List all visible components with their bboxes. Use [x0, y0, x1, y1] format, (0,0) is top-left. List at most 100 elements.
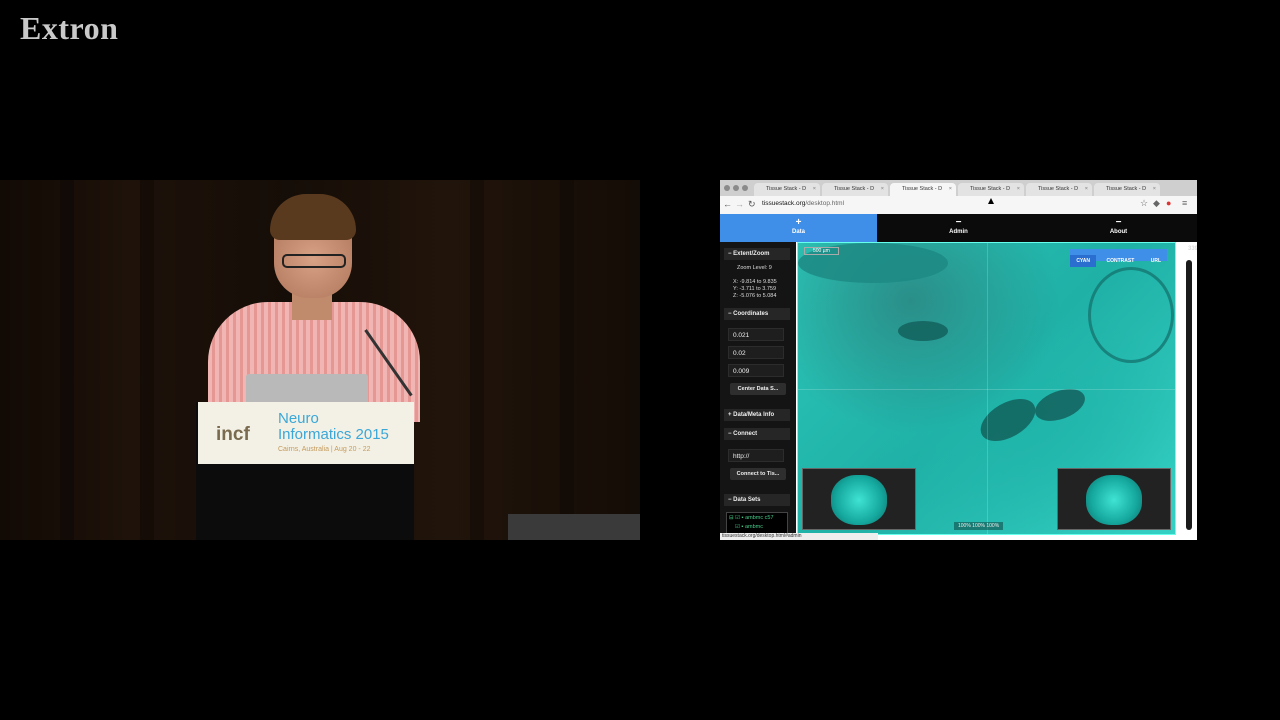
zoom-level: Zoom Level: 9	[737, 265, 772, 271]
mouse-cursor	[988, 198, 994, 204]
connect-button[interactable]: Connect to Tis...	[730, 468, 786, 480]
z-range: Z: -5.076 to 5.084	[733, 293, 777, 299]
url-host: tissuestack.org	[762, 200, 806, 207]
coord-z-field[interactable]: 0.009	[728, 364, 784, 377]
window-close-dot[interactable]	[724, 185, 730, 191]
nav-label: Data	[791, 229, 805, 235]
y-range: Y: -3.711 to 3.759	[733, 286, 777, 292]
screen-capture: Tissue Stack - D × Tissue Stack - D × Tiss…	[720, 180, 1197, 540]
x-range: X: -9.814 to 9.835	[733, 279, 777, 285]
app-navigation: + Data − Admin − About	[720, 214, 1197, 242]
browser-tab-active[interactable]: Tissue Stack - D ×	[890, 183, 956, 196]
sign-line-2: Informatics 2015	[278, 426, 389, 443]
extension-icon[interactable]: ◆	[1153, 198, 1160, 209]
tab-label: Tissue Stack - D	[970, 186, 1011, 192]
nav-admin[interactable]: − Admin	[880, 214, 1037, 242]
back-arrow-icon[interactable]: ←	[723, 199, 732, 209]
section-title: Extent/Zoom	[733, 251, 770, 257]
tab-close-icon[interactable]: ×	[1017, 183, 1020, 196]
tab-close-icon[interactable]: ×	[881, 183, 884, 196]
zoom-readout: 100% 100% 100%	[954, 522, 1004, 530]
section-title: Coordinates	[733, 311, 769, 317]
cyan-button[interactable]: CYAN	[1070, 255, 1097, 267]
extron-logo: Extron	[20, 10, 119, 46]
axial-thumbnail[interactable]	[802, 468, 916, 530]
curtain-fold	[60, 180, 74, 540]
section-connect[interactable]: − Connect	[724, 428, 790, 440]
section-title: Data Sets	[733, 497, 761, 503]
tab-label: Tissue Stack - D	[834, 186, 875, 192]
minus-icon: −	[1115, 217, 1122, 228]
sign-line-1: Neuro	[278, 410, 319, 427]
plus-icon: +	[795, 217, 802, 228]
brain-slice-viewer[interactable]: 500 µm CYAN CONTRAST URL 100% 100% 100%	[797, 242, 1176, 535]
tab-label: Tissue Stack - D	[1106, 186, 1147, 192]
viewer-scrollbar[interactable]	[1186, 260, 1192, 530]
window-minimize-dot[interactable]	[733, 185, 739, 191]
podium-sign: incf Neuro Informatics 2015 Cairns, Aust…	[198, 402, 414, 464]
curtain-fold	[470, 180, 484, 540]
tab-close-icon[interactable]: ×	[1153, 183, 1156, 196]
second-laptop	[508, 514, 640, 540]
crosshair-horizontal	[798, 389, 1175, 390]
forward-arrow-icon[interactable]: →	[735, 199, 744, 209]
tissue-region	[1088, 267, 1174, 363]
brain-thumbnail-image	[831, 475, 887, 525]
nav-data[interactable]: + Data	[720, 214, 877, 242]
browser-tab[interactable]: Tissue Stack - D ×	[754, 183, 820, 196]
section-data-meta-info[interactable]: + Data/Meta Info	[724, 409, 790, 421]
tab-close-icon[interactable]: ×	[1085, 183, 1088, 196]
nav-label: About	[1109, 229, 1128, 235]
browser-tab[interactable]: Tissue Stack - D ×	[822, 183, 888, 196]
center-data-button[interactable]: Center Data S...	[730, 383, 786, 395]
url-button[interactable]: URL	[1145, 255, 1167, 267]
section-extent-zoom[interactable]: − Extent/Zoom	[724, 248, 790, 260]
contrast-button[interactable]: CONTRAST	[1100, 255, 1140, 267]
tab-label: Tissue Stack - D	[902, 186, 943, 192]
nav-label: Admin	[949, 229, 968, 235]
browser-tab[interactable]: Tissue Stack - D ×	[1026, 183, 1092, 196]
nav-about[interactable]: − About	[1040, 214, 1197, 242]
viewer-toolbar: CYAN CONTRAST URL	[1070, 249, 1167, 267]
speaker-glasses	[282, 254, 346, 268]
section-title: Data/Meta Info	[733, 412, 775, 418]
window-zoom-dot[interactable]	[742, 185, 748, 191]
browser-tab[interactable]: Tissue Stack - D ×	[958, 183, 1024, 196]
curtain-fold	[140, 180, 154, 540]
tissue-region	[898, 321, 948, 341]
status-url: tissuestack.org/desktop.html#admin	[720, 533, 878, 540]
menu-icon[interactable]: ≡	[1182, 198, 1187, 208]
dataset-item[interactable]: ⊟ ☑ ▪ ambmc c57	[729, 515, 774, 521]
side-number: 339	[1187, 246, 1197, 252]
section-title: Connect	[733, 431, 758, 437]
dataset-label: ambmc	[744, 524, 763, 530]
tab-label: Tissue Stack - D	[1038, 186, 1079, 192]
tissue-region	[973, 390, 1043, 450]
tab-close-icon[interactable]: ×	[949, 183, 952, 196]
minus-icon: −	[955, 217, 962, 228]
speaker-hair	[270, 194, 356, 240]
brain-thumbnail-image	[1086, 475, 1142, 525]
incf-logo: incf	[216, 424, 250, 445]
coronal-thumbnail[interactable]	[1057, 468, 1171, 530]
section-coordinates[interactable]: − Coordinates	[724, 308, 790, 320]
bookmark-star-icon[interactable]: ☆	[1140, 198, 1148, 209]
url-field[interactable]: tissuestack.org/desktop.html	[762, 200, 844, 207]
scale-bar: 500 µm	[804, 247, 839, 255]
url-path: /desktop.html	[805, 200, 845, 207]
tab-close-icon[interactable]: ×	[813, 183, 816, 196]
coord-y-field[interactable]: 0.02	[728, 346, 784, 359]
sidebar: − Extent/Zoom Zoom Level: 9 X: -9.814 to…	[720, 242, 796, 536]
reload-icon[interactable]: ↻	[748, 199, 756, 210]
sign-line-3: Cairns, Australia | Aug 20 - 22	[278, 446, 371, 453]
section-data-sets[interactable]: − Data Sets	[724, 494, 790, 506]
tab-label: Tissue Stack - D	[766, 186, 807, 192]
dataset-item[interactable]: ☑ ▪ ambmc	[735, 524, 763, 530]
coord-x-field[interactable]: 0.021	[728, 328, 784, 341]
adblock-icon[interactable]: ●	[1166, 198, 1171, 208]
connect-url-field[interactable]: http://	[728, 449, 784, 462]
dataset-label: ambmc c57	[745, 515, 774, 521]
address-bar: ← → ↻ tissuestack.org/desktop.html ☆ ◆ ●…	[720, 196, 1197, 215]
speaker-video: incf Neuro Informatics 2015 Cairns, Aust…	[0, 180, 640, 540]
browser-tab[interactable]: Tissue Stack - D ×	[1094, 183, 1160, 196]
